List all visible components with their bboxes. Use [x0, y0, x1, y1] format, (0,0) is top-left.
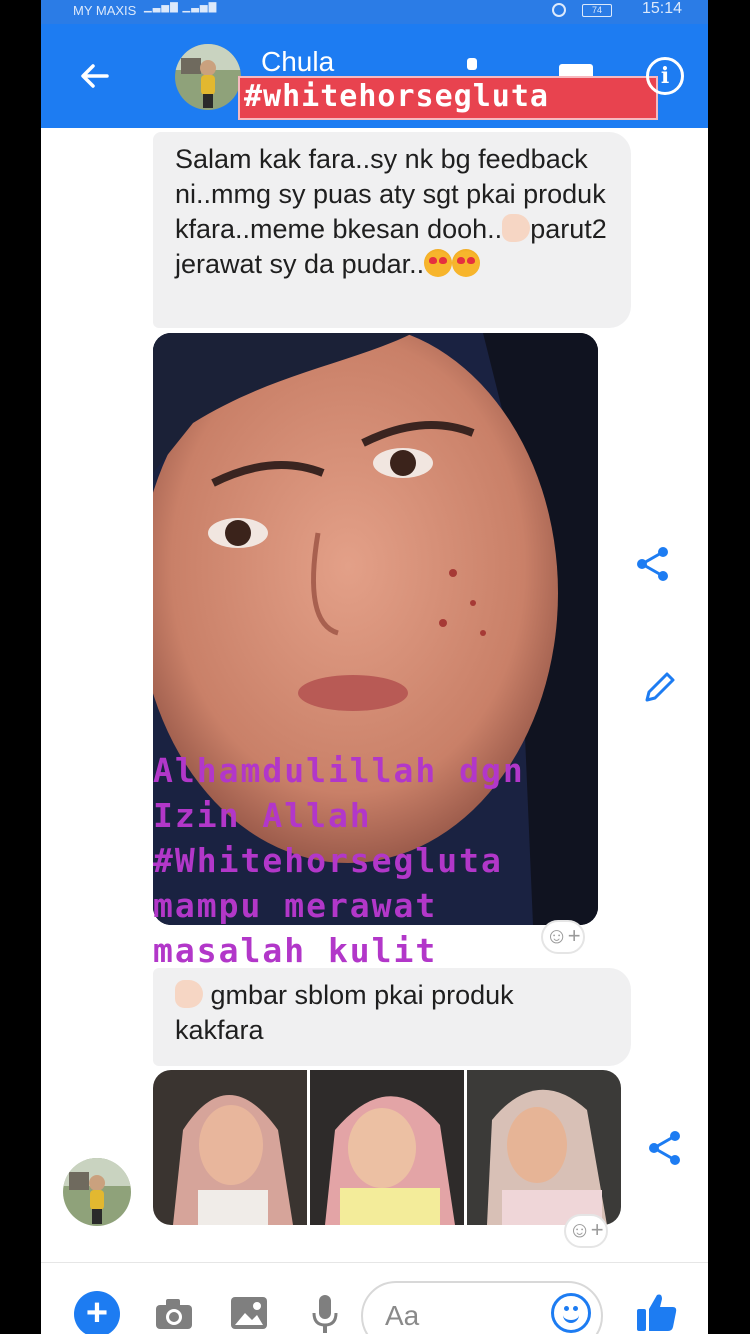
message-bubble-before[interactable]: gmbar sblom pkai produk kakfara [153, 968, 631, 1066]
gallery-image [467, 1070, 621, 1225]
heart-eyes-emoji [424, 249, 453, 277]
smiley-icon[interactable] [551, 1293, 591, 1333]
camera-icon[interactable] [154, 1297, 194, 1331]
add-reaction-button[interactable]: ☺+ [541, 920, 585, 954]
photo-gallery-message[interactable] [153, 1070, 621, 1225]
image-icon[interactable] [229, 1295, 269, 1331]
caption-line: mampu merawat [153, 886, 438, 925]
battery-level: 74 [582, 4, 612, 17]
gallery-image [153, 1070, 307, 1225]
hashtag-banner: #whitehorsegluta [238, 76, 658, 120]
pointing-hand-emoji [502, 214, 531, 242]
message-bubble-feedback[interactable]: Salam kak fara..sy nk bg feedback ni..mm… [153, 132, 631, 328]
share-icon[interactable] [645, 1128, 685, 1168]
caption-line: #Whitehorsegluta [153, 841, 503, 880]
microphone-icon[interactable] [309, 1293, 341, 1334]
info-icon[interactable]: i [646, 57, 684, 95]
phone-icon[interactable] [467, 58, 477, 70]
back-arrow-icon[interactable] [75, 56, 115, 96]
message-composer: + [41, 1262, 708, 1334]
photo-caption-overlay: Alhamdulillah dgn Izin Allah #Whitehorse… [153, 748, 673, 973]
gallery-photo[interactable] [467, 1070, 621, 1225]
smile-mouth [563, 1314, 579, 1323]
pencil-icon[interactable] [639, 668, 679, 708]
alarm-icon [552, 3, 566, 17]
message-text: gmbar sblom pkai produk kakfara [175, 980, 514, 1045]
gallery-photo[interactable] [153, 1070, 307, 1225]
clock: 15:14 [641, 0, 682, 17]
caption-line: masalah kulit [153, 931, 438, 970]
more-actions-button[interactable]: + [74, 1291, 120, 1334]
add-reaction-button[interactable]: ☺+ [564, 1214, 608, 1248]
share-icon[interactable] [633, 544, 673, 584]
caption-line: Alhamdulillah dgn [153, 751, 525, 790]
heart-eyes-emoji [452, 249, 481, 277]
contact-name[interactable]: Chula [261, 46, 334, 78]
messenger-screen: MY MAXIS ▁▃▅▇ ▁▃▅▇ 74 15:14 Chula #white… [41, 0, 708, 1334]
sender-avatar[interactable] [63, 1158, 131, 1226]
gallery-photo[interactable] [310, 1070, 464, 1225]
avatar-photo [175, 44, 241, 110]
signal-icon: ▁▃▅▇ ▁▃▅▇ [144, 2, 218, 13]
pointing-up-emoji [175, 980, 203, 1008]
contact-avatar[interactable] [175, 44, 241, 110]
caption-line: Izin Allah [153, 796, 372, 835]
conversation-header: Chula #whitehorsegluta i [41, 24, 708, 128]
avatar-photo [63, 1158, 131, 1226]
status-bar: MY MAXIS ▁▃▅▇ ▁▃▅▇ 74 15:14 [41, 0, 708, 24]
carrier-label: MY MAXIS [73, 3, 137, 18]
thumbs-up-icon[interactable] [635, 1291, 679, 1334]
message-thread[interactable]: Salam kak fara..sy nk bg feedback ni..mm… [41, 128, 708, 1262]
gallery-image [310, 1070, 464, 1225]
